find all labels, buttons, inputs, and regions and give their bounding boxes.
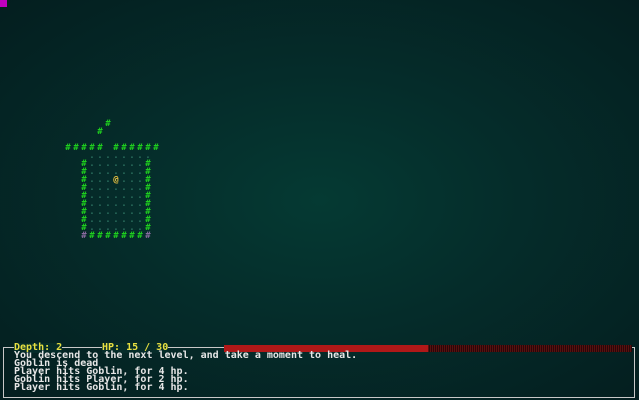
wall-tile: # [97, 127, 103, 137]
wall-tile: # [81, 143, 87, 153]
wall-tile: # [105, 119, 111, 129]
wall-tile: # [89, 231, 95, 241]
message-log: You descend to the next level, and take … [14, 351, 357, 393]
log-line: Player hits Goblin, for 4 hp. [14, 382, 189, 393]
hud: Depth: 2 HP: 15 / 30 You descend to the … [0, 340, 639, 400]
wall-tile: # [137, 231, 143, 241]
player-icon: @ [113, 175, 119, 185]
wall-tile: # [105, 231, 111, 241]
wall-tile: # [129, 231, 135, 241]
wall-tile: # [113, 231, 119, 241]
wall-tile: # [73, 143, 79, 153]
wall-tile: # [145, 231, 151, 241]
wall-tile: # [65, 143, 71, 153]
dungeon-map[interactable]: # # # # # # # # # # # # #........ # #....... # #....... #… [0, 0, 639, 340]
wall-tile: # [81, 231, 87, 241]
wall-tile: # [121, 231, 127, 241]
wall-tile: # [153, 143, 159, 153]
wall-tile: # [97, 231, 103, 241]
